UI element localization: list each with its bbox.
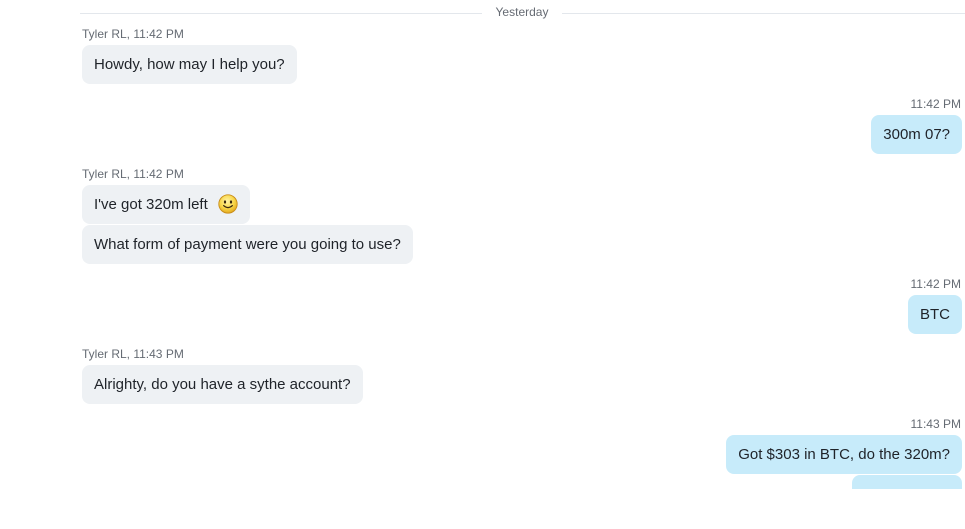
divider-line-left — [80, 13, 482, 14]
chat-bottom-area — [0, 489, 965, 529]
message-time: 11:42 PM — [910, 277, 961, 291]
message-time: 11:43 PM — [910, 417, 961, 431]
date-divider-label: Yesterday — [495, 5, 549, 19]
message-bubble-incoming[interactable]: What form of payment were you going to u… — [82, 225, 413, 264]
message-sender-time: Tyler RL, 11:42 PM — [82, 167, 184, 181]
message-bubble-incoming[interactable]: Howdy, how may I help you? — [82, 45, 297, 84]
message-bubble-incoming[interactable]: Alrighty, do you have a sythe account? — [82, 365, 363, 404]
message-bubble-outgoing-partial[interactable] — [852, 475, 962, 489]
message-sender-time: Tyler RL, 11:43 PM — [82, 347, 184, 361]
message-text: I've got 320m left — [94, 196, 208, 213]
smile-emoji-icon — [218, 193, 238, 214]
message-sender-time: Tyler RL, 11:42 PM — [82, 27, 184, 41]
message-bubble-outgoing[interactable]: BTC — [908, 295, 962, 334]
chat-history[interactable]: Yesterday Tyler RL, 11:42 PM Howdy, how … — [0, 0, 965, 489]
message-bubble-outgoing[interactable]: 300m 07? — [871, 115, 962, 154]
divider-line-right — [562, 13, 965, 14]
date-divider: Yesterday — [80, 0, 965, 28]
message-time: 11:42 PM — [910, 97, 961, 111]
message-bubble-incoming[interactable]: I've got 320m left — [82, 185, 250, 224]
message-bubble-outgoing[interactable]: Got $303 in BTC, do the 320m? — [726, 435, 962, 474]
